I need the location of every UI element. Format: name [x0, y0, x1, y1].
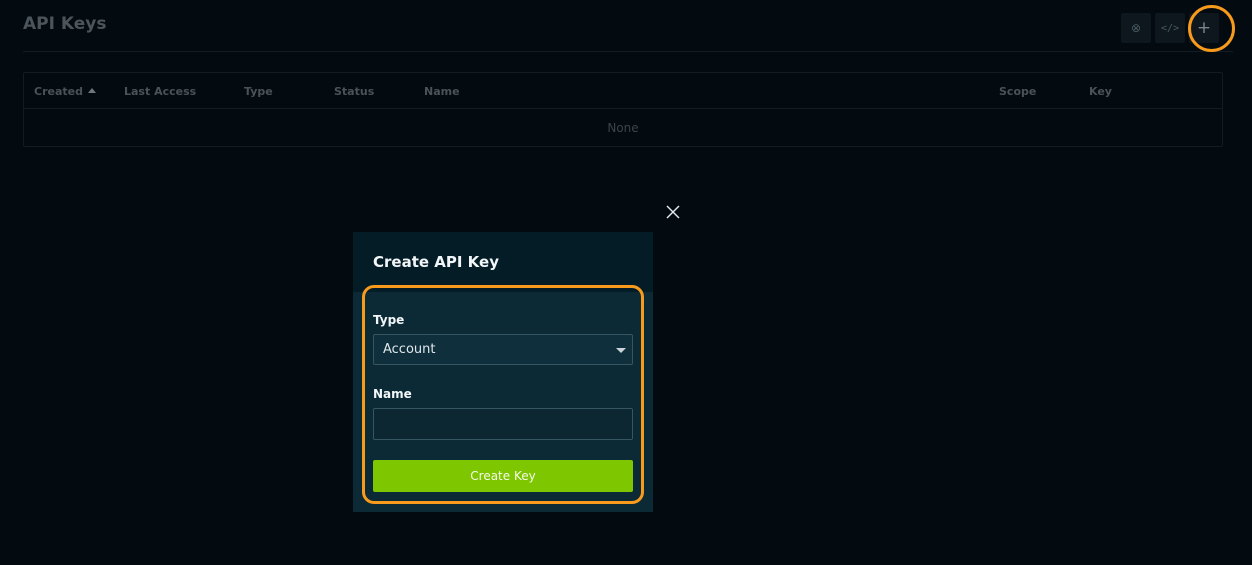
help-icon: ⊗	[1130, 21, 1142, 35]
sort-ascending-icon	[87, 88, 96, 93]
column-header-status[interactable]: Status	[334, 85, 374, 98]
create-api-key-modal: Create API Key Type Account Name Create …	[353, 232, 653, 512]
code-button[interactable]: </>	[1155, 13, 1185, 43]
modal-header: Create API Key	[353, 232, 653, 292]
column-header-created[interactable]: Created	[34, 85, 96, 98]
column-header-key[interactable]: Key	[1089, 85, 1112, 98]
highlight-box	[362, 285, 644, 504]
api-keys-table: Created Last Access Type Status Name Sco…	[23, 72, 1223, 147]
column-header-name[interactable]: Name	[424, 85, 460, 98]
page-title: API Keys	[23, 14, 107, 34]
code-icon: </>	[1160, 22, 1180, 34]
help-button[interactable]: ⊗	[1121, 13, 1151, 43]
column-header-last-access[interactable]: Last Access	[124, 85, 196, 98]
close-icon[interactable]	[664, 203, 682, 221]
modal-title: Create API Key	[373, 253, 499, 271]
empty-state: None	[607, 121, 639, 135]
column-label: Created	[34, 85, 83, 98]
page-header: API Keys ⊗ </> +	[23, 0, 1233, 52]
highlight-circle	[1188, 5, 1235, 52]
column-header-scope[interactable]: Scope	[999, 85, 1036, 98]
table-header: Created Last Access Type Status Name Sco…	[24, 73, 1222, 109]
column-header-type[interactable]: Type	[244, 85, 273, 98]
